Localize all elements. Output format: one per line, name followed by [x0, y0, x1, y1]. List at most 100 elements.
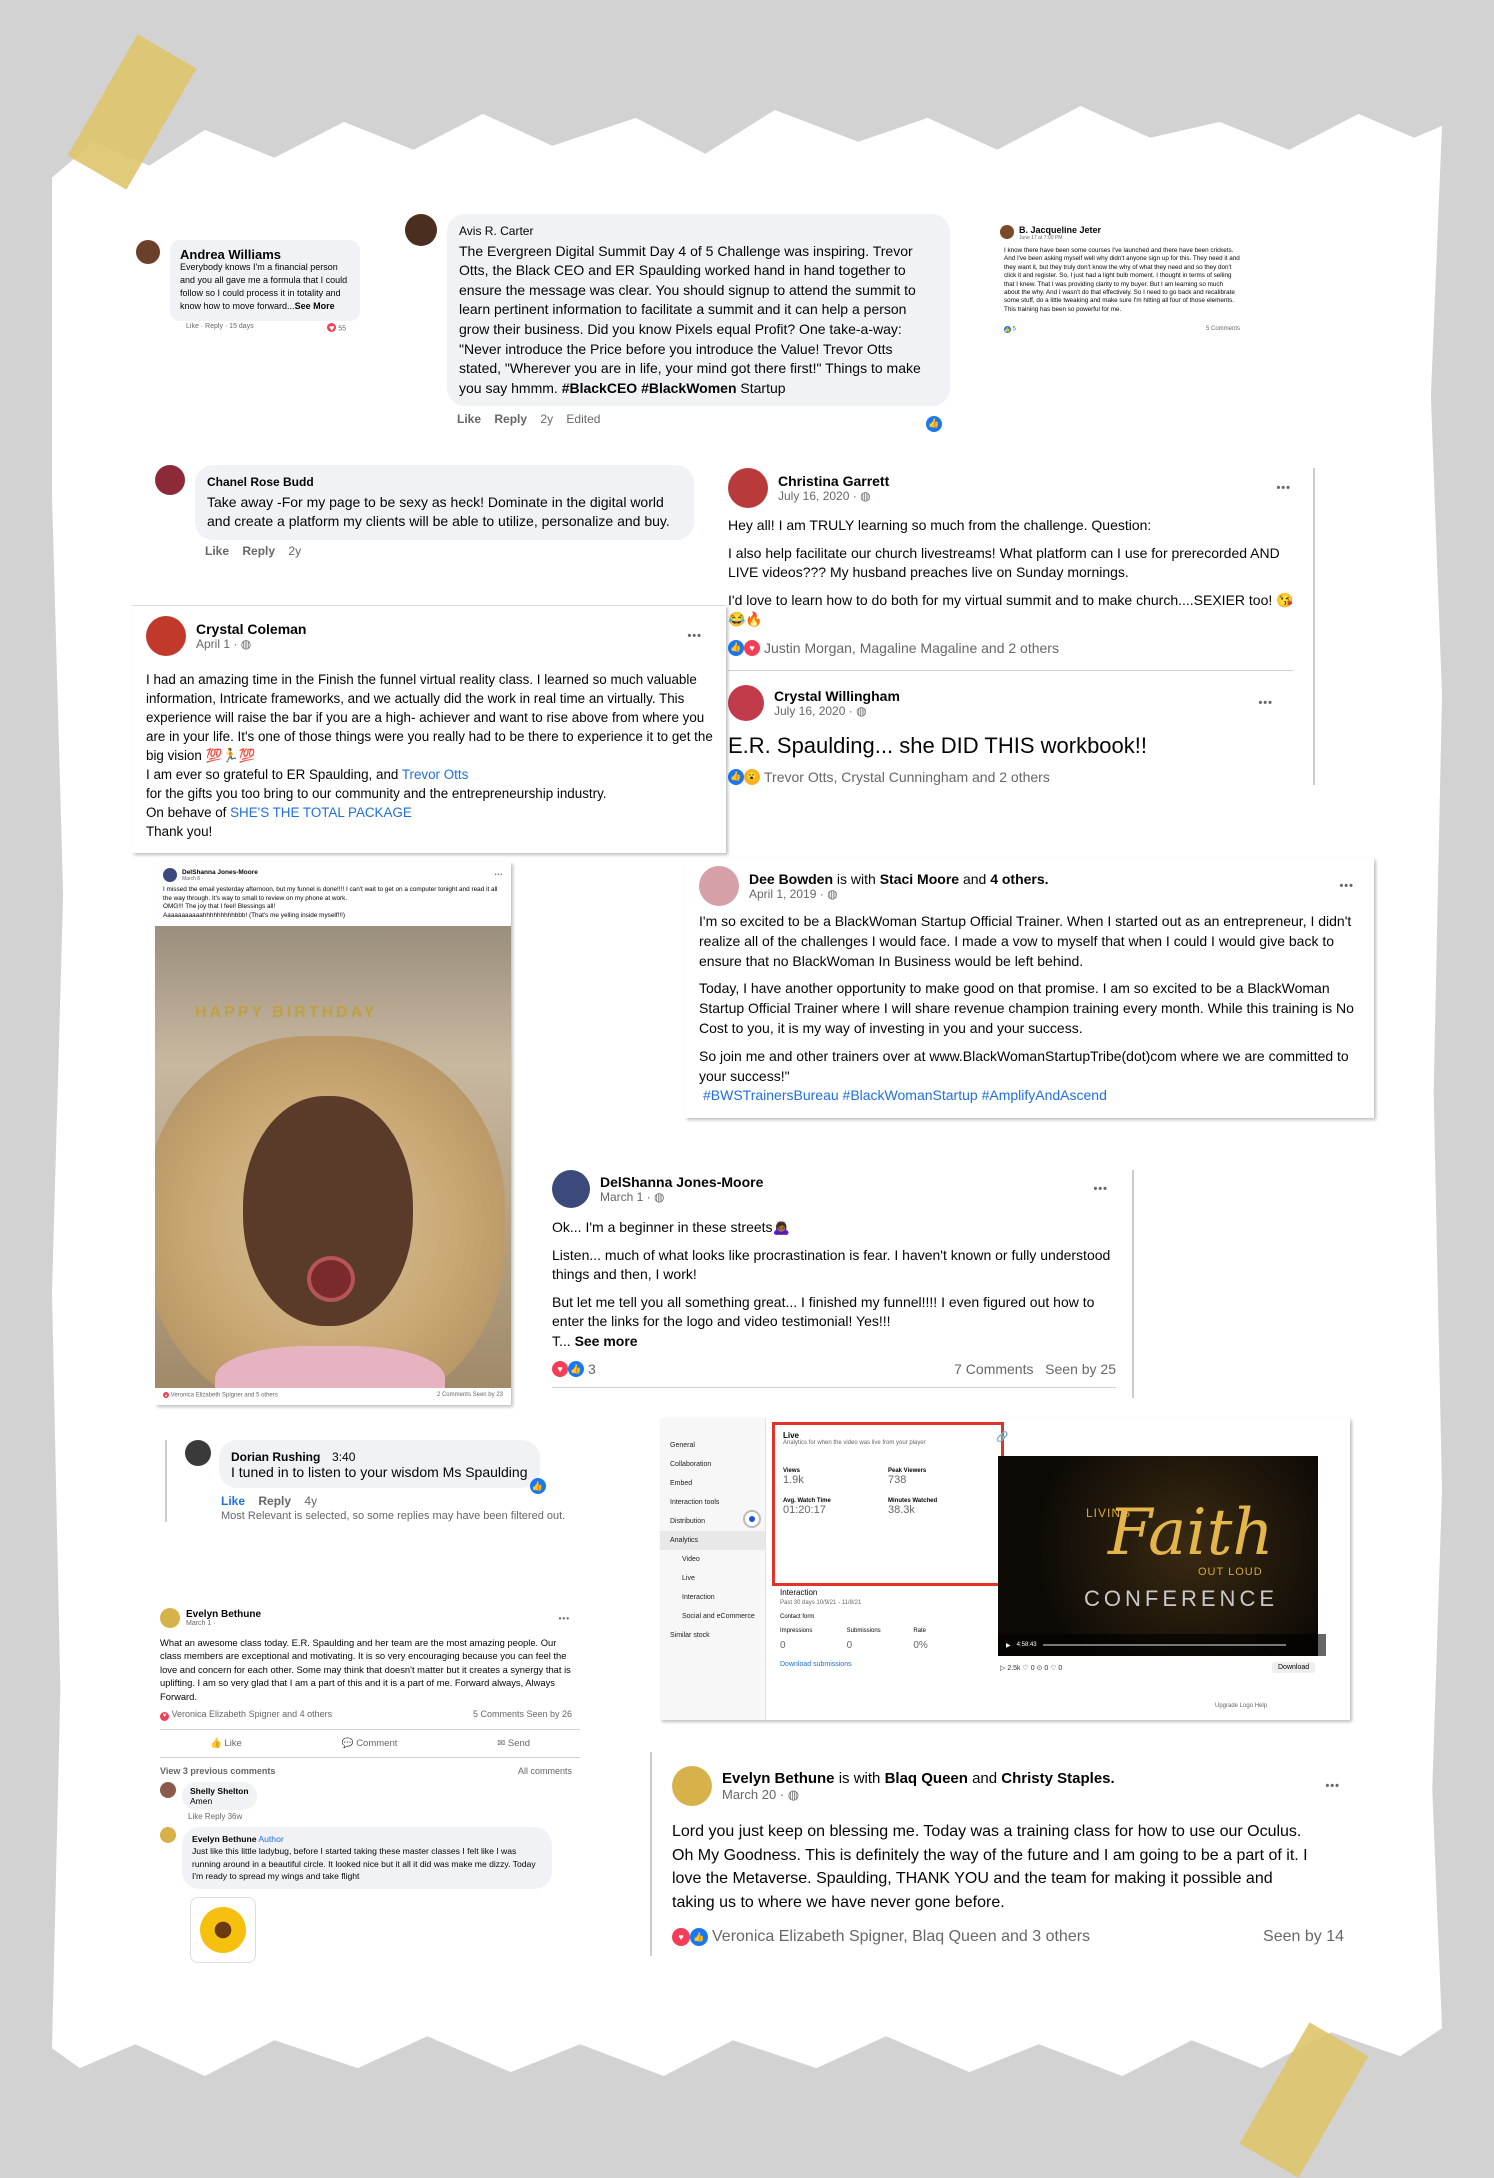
delshanna-small-avatar[interactable]	[163, 868, 177, 882]
download-submissions-link[interactable]: Download submissions	[780, 1661, 980, 1668]
shes-the-total-package-link[interactable]: SHE'S THE TOTAL PACKAGE	[230, 805, 412, 820]
dorian-name[interactable]: Dorian Rushing	[231, 1450, 320, 1464]
dorian-reply-button[interactable]: Reply	[258, 1494, 291, 1508]
avis-comment: Avis R. Carter The Evergreen Digital Sum…	[405, 214, 950, 432]
settings-menu-item[interactable]: General	[660, 1436, 765, 1455]
jacqueline-name[interactable]: B. Jacqueline Jeter	[1019, 225, 1101, 235]
analytics-footer: Upgrade Logo Help	[1215, 1703, 1268, 1709]
chanel-name[interactable]: Chanel Rose Budd	[207, 473, 682, 493]
more-options-icon[interactable]: •••	[1276, 482, 1291, 494]
all-comments-dropdown[interactable]: All comments	[518, 1766, 572, 1776]
more-options-icon[interactable]: •••	[1325, 1780, 1340, 1792]
settings-menu-item[interactable]: Embed	[660, 1474, 765, 1493]
evelyn2-seen[interactable]: Seen by 14	[1263, 1928, 1344, 1946]
dorian-avatar[interactable]	[185, 1440, 211, 1466]
dee-name[interactable]: Dee Bowden	[749, 871, 833, 887]
avis-tags[interactable]: #BlackCEO #BlackWomen	[562, 380, 737, 396]
view-previous-comments[interactable]: View 3 previous comments	[160, 1766, 275, 1776]
evelyn2-avatar[interactable]	[672, 1766, 712, 1806]
delshanna-small-comments[interactable]: 2 Comments Seen by 23	[437, 1392, 503, 1399]
settings-menu-item[interactable]: Interaction tools	[660, 1493, 765, 1512]
shelly-name[interactable]: Shelly Shelton	[190, 1786, 249, 1796]
jacqueline-comments[interactable]: 5 Comments	[1206, 326, 1240, 333]
andrea-avatar[interactable]	[136, 240, 160, 264]
video-stats: ▷ 2.5k ♡ 0 ⊙ 0 ♡ 0	[1000, 1665, 1063, 1672]
delshanna-count[interactable]: 3	[588, 1361, 596, 1377]
more-options-icon[interactable]: •••	[495, 872, 503, 878]
evelyn1-send-button[interactable]: ✉ Send	[497, 1738, 530, 1749]
sunflower-sticker[interactable]	[190, 1896, 256, 1963]
avis-avatar[interactable]	[405, 214, 437, 246]
settings-menu-item[interactable]: Video	[660, 1550, 765, 1569]
delshanna-seen[interactable]: Seen by 25	[1045, 1361, 1116, 1377]
settings-menu-item[interactable]: Social and eCommerce	[660, 1607, 765, 1626]
comment-label: Comment	[356, 1737, 398, 1749]
chanel-avatar[interactable]	[155, 465, 185, 495]
delshanna-avatar[interactable]	[552, 1170, 590, 1208]
shelly-avatar[interactable]	[160, 1781, 176, 1798]
settings-menu-item[interactable]: Interaction	[660, 1588, 765, 1607]
evelyn1-comments[interactable]: 5 Comments Seen by 26	[473, 1709, 572, 1721]
more-options-icon[interactable]: •••	[1093, 1183, 1108, 1195]
christina-name[interactable]: Christina Garrett	[778, 473, 1266, 489]
crystal-coleman-name[interactable]: Crystal Coleman	[196, 621, 677, 637]
evelyn2-reactions[interactable]: Veronica Elizabeth Spigner, Blaq Queen a…	[712, 1928, 1090, 1946]
trevor-otts-link[interactable]: Trevor Otts	[402, 767, 468, 782]
jacqueline-avatar[interactable]	[1000, 225, 1014, 239]
progress-bar[interactable]	[1042, 1644, 1286, 1646]
link-icon[interactable]: 🔗	[996, 1432, 1008, 1443]
shelly-actions[interactable]: Like Reply 36w	[188, 1812, 257, 1821]
andrea-actions[interactable]: Like · Reply · 15 days	[186, 323, 254, 333]
record-dot[interactable]	[743, 1510, 761, 1528]
settings-menu-item[interactable]: Similar stock	[660, 1626, 765, 1645]
willingham-avatar[interactable]	[728, 684, 764, 721]
andrea-name[interactable]: Andrea Williams	[180, 248, 350, 261]
jacqueline-count: 5	[1012, 326, 1017, 333]
evelyn-comment-name[interactable]: Evelyn Bethune	[192, 1834, 256, 1844]
more-options-icon[interactable]: •••	[1339, 880, 1354, 892]
delshanna-small-reactions[interactable]: Veronica Elizabeth Spigner and 5 others	[171, 1393, 278, 1399]
andrea-see-more[interactable]: See More	[295, 301, 335, 311]
chanel-reply-button[interactable]: Reply	[242, 544, 275, 558]
avis-reply-button[interactable]: Reply	[494, 412, 527, 426]
evelyn-comment-avatar[interactable]	[160, 1826, 176, 1843]
chanel-like-button[interactable]: Like	[205, 544, 229, 558]
evelyn2-with1[interactable]: Blaq Queen	[885, 1770, 968, 1787]
dee-avatar[interactable]	[699, 866, 739, 906]
delshanna-see-more[interactable]: See more	[575, 1333, 638, 1349]
download-button[interactable]: Download	[1272, 1662, 1316, 1673]
delshanna-name[interactable]: DelShanna Jones-Moore	[600, 1174, 1083, 1190]
dee-hashtags[interactable]: #BWSTrainersBureau #BlackWomanStartup #A…	[699, 1086, 1364, 1106]
more-options-icon[interactable]: •••	[1258, 697, 1273, 709]
selfie-photo[interactable]: HAPPY BIRTHDAY	[155, 926, 511, 1389]
willingham-name[interactable]: Crystal Willingham	[774, 688, 1248, 704]
more-options-icon[interactable]: •••	[687, 630, 702, 642]
settings-menu-item[interactable]: Live	[660, 1569, 765, 1588]
dee-with2[interactable]: 4 others.	[990, 871, 1048, 887]
christina-avatar[interactable]	[728, 468, 768, 508]
evelyn1-reactions[interactable]: Veronica Elizabeth Spigner and 4 others	[172, 1709, 333, 1719]
dee-with1[interactable]: Staci Moore	[880, 871, 959, 887]
delshanna-small-name[interactable]: DelShanna Jones-Moore	[182, 869, 490, 876]
delshanna-comments[interactable]: 7 Comments	[954, 1361, 1033, 1377]
video-player[interactable]: LIVING Faith OUT LOUD CONFERENCE ▶ 4:58:4…	[998, 1456, 1326, 1656]
peak-value: 738	[888, 1474, 907, 1486]
evelyn2-with2[interactable]: Christy Staples.	[1001, 1770, 1114, 1787]
crystal-coleman-avatar[interactable]	[146, 616, 186, 656]
dorian-like-button[interactable]: Like	[221, 1494, 245, 1508]
avis-name[interactable]: Avis R. Carter	[459, 222, 938, 242]
christina-reactions[interactable]: Justin Morgan, Magaline Magaline and 2 o…	[764, 640, 1059, 656]
evelyn1-name[interactable]: Evelyn Bethune	[186, 1609, 553, 1620]
evelyn-avatar[interactable]	[160, 1608, 180, 1628]
play-icon[interactable]: ▶	[1006, 1642, 1011, 1649]
rate-value: 0%	[913, 1640, 928, 1651]
evelyn1-like-button[interactable]: 👍 Like	[210, 1738, 242, 1749]
evelyn1-comment-button[interactable]: 💬 Comment	[342, 1738, 398, 1749]
settings-menu-item[interactable]: Analytics	[660, 1531, 765, 1550]
evelyn1-date: March 1 ·	[186, 1620, 216, 1627]
evelyn2-name[interactable]: Evelyn Bethune	[722, 1770, 835, 1787]
willingham-reactions[interactable]: Trevor Otts, Crystal Cunningham and 2 ot…	[764, 769, 1050, 785]
more-options-icon[interactable]: •••	[559, 1614, 570, 1623]
settings-menu-item[interactable]: Collaboration	[660, 1455, 765, 1474]
avis-like-button[interactable]: Like	[457, 412, 481, 426]
